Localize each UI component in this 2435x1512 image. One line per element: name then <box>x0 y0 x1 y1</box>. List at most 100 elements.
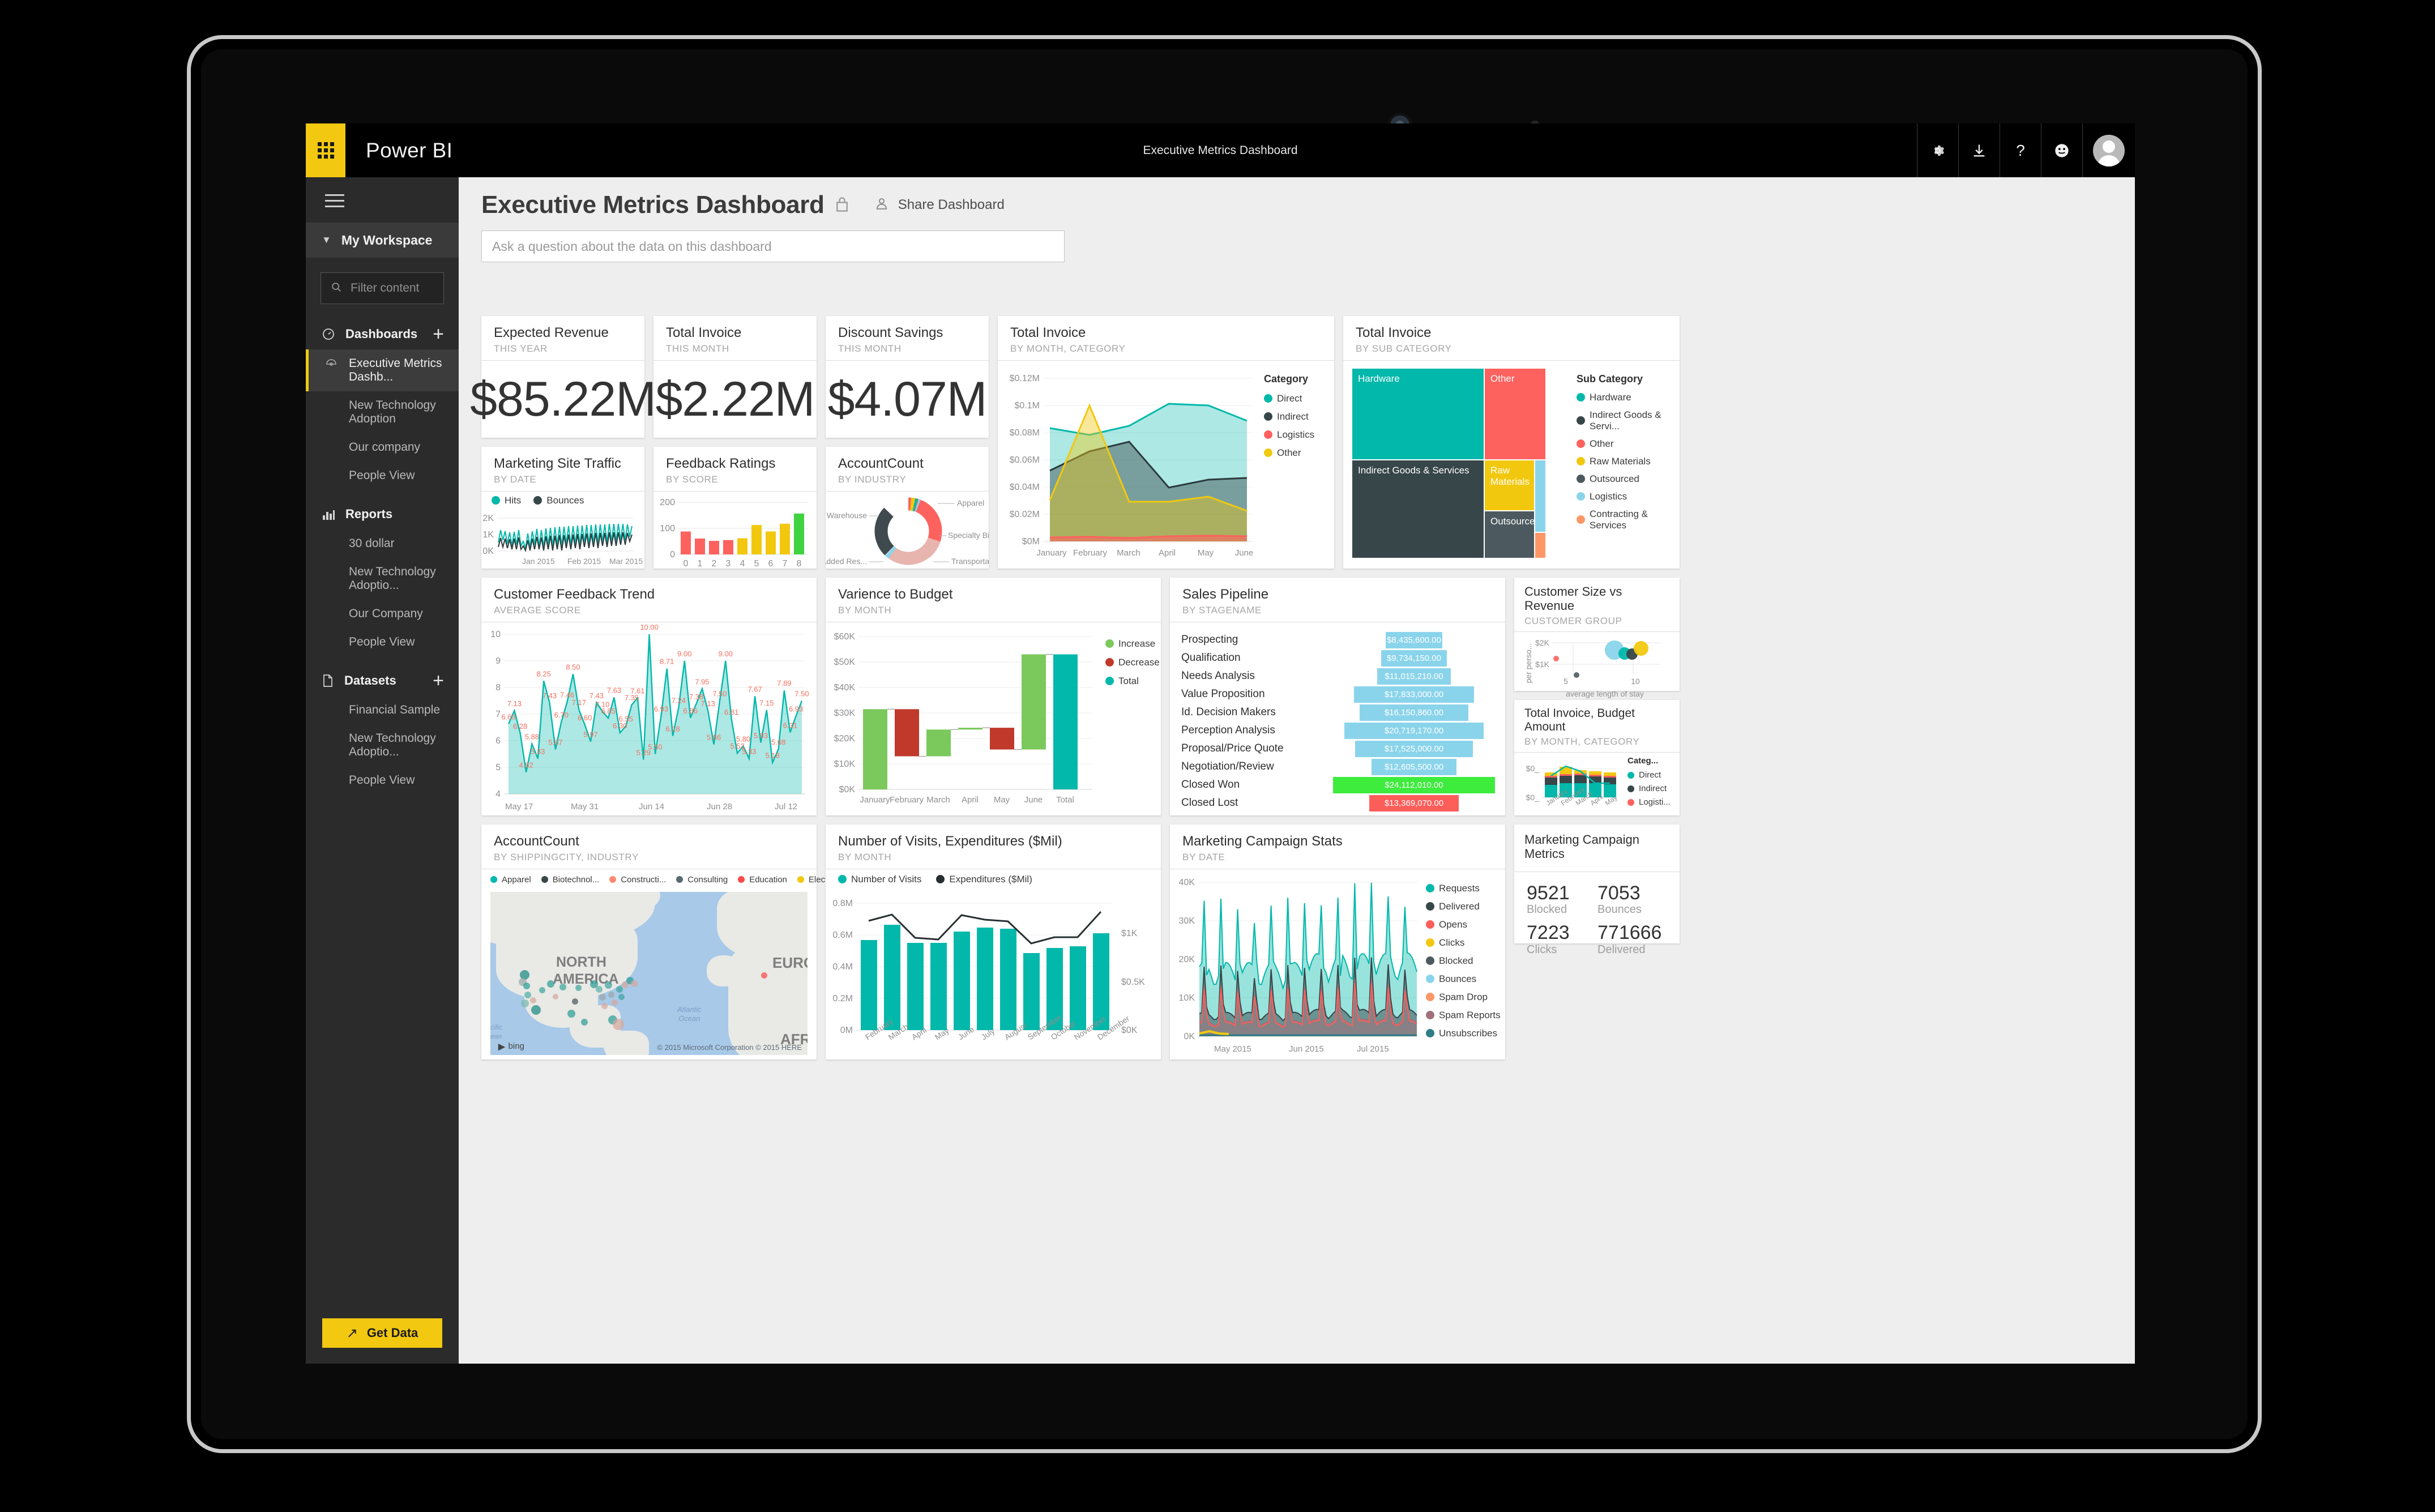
sidebar-item-our-company[interactable]: Our company <box>306 433 459 462</box>
hamburger-menu-icon[interactable] <box>306 177 459 223</box>
smiley-icon[interactable] <box>2041 123 2082 177</box>
treemap-cell-indirect[interactable]: Indirect Goods & Services <box>1352 460 1484 558</box>
sidebar-item-report-people-view[interactable]: People View <box>306 628 459 656</box>
funnel-bar[interactable]: $17,525,000.00 <box>1355 740 1473 757</box>
legend-item-bounces[interactable]: Bounces <box>1426 973 1501 985</box>
funnel-bar[interactable]: $9,734,150.00 <box>1381 650 1447 667</box>
legend-item-logistics[interactable]: Logistics <box>1264 429 1314 441</box>
legend-item-other[interactable]: Other <box>1264 447 1314 459</box>
help-icon[interactable]: ? <box>2000 123 2041 177</box>
legend-item-construction[interactable]: Constructi... <box>609 875 666 885</box>
treemap-cell-hardware[interactable]: Hardware <box>1352 368 1484 459</box>
sidebar-section-dashboards[interactable]: Dashboards + <box>306 310 459 349</box>
legend-item-delivered[interactable]: Delivered <box>1426 901 1501 912</box>
legend-item-apparel[interactable]: Apparel <box>490 875 531 885</box>
legend-item-indirect[interactable]: Indirect <box>1264 411 1314 422</box>
legend-item-unsubscribes[interactable]: Unsubscribes <box>1426 1028 1501 1039</box>
funnel-row[interactable]: Perception Analysis $20,719,170.00 <box>1181 722 1495 740</box>
tile-expected-revenue[interactable]: Expected Revenue THIS YEAR $85.22M <box>470 316 656 438</box>
funnel-bar[interactable]: $24,112,010.00 <box>1333 776 1495 793</box>
tile-accountcount-map[interactable]: AccountCount BY SHIPPINGCITY, INDUSTRY A… <box>481 825 850 1060</box>
sidebar-item-executive-metrics-dashboard[interactable]: Executive Metrics Dashb... <box>306 349 459 391</box>
tile-marketing-campaign-stats[interactable]: Marketing Campaign Stats BY DATE 40K 30K 2… <box>1170 825 1505 1060</box>
search-input[interactable]: Ask a question about the data on this da… <box>481 230 1065 262</box>
funnel-row[interactable]: Closed Lost $13,369,070.00 <box>1181 795 1495 812</box>
legend-item-requests[interactable]: Requests <box>1426 883 1501 894</box>
legend-item-opens[interactable]: Opens <box>1426 919 1501 930</box>
legend-item-consulting[interactable]: Consulting <box>676 875 728 885</box>
funnel-bar[interactable]: $20,719,170.00 <box>1344 722 1484 739</box>
tile-total-invoice-kpi[interactable]: Total Invoice THIS MONTH $2.22M <box>653 316 817 438</box>
legend-item-clicks[interactable]: Clicks <box>1426 937 1501 949</box>
gear-icon[interactable] <box>1917 123 1958 177</box>
treemap-cell-other[interactable]: Other <box>1485 368 1545 459</box>
funnel-row[interactable]: Needs Analysis $11,015,210.00 <box>1181 668 1495 685</box>
legend-item-direct[interactable]: Direct <box>1627 770 1671 780</box>
tile-customer-size-vs-revenue[interactable]: Customer Size vs Revenue CUSTOMER GROUP … <box>1514 578 1680 698</box>
get-data-button[interactable]: ↗ Get Data <box>322 1318 442 1348</box>
tile-total-invoice-budget-amount[interactable]: Total Invoice, Budget Amount BY MONTH, C… <box>1514 700 1680 815</box>
funnel-bar[interactable]: $16,150,860.00 <box>1360 704 1468 721</box>
tile-customer-feedback-trend[interactable]: Customer Feedback Trend AVERAGE SCORE 10… <box>481 578 817 815</box>
legend-item-other[interactable]: Other <box>1577 438 1680 450</box>
tile-marketing-campaign-metrics[interactable]: Marketing Campaign Metrics 9521 Blocked … <box>1514 825 1680 956</box>
legend-item-total[interactable]: Total <box>1105 676 1160 687</box>
sidebar-item-new-technology-adoption[interactable]: New Technology Adoption <box>306 391 459 433</box>
avatar[interactable] <box>2082 123 2135 177</box>
share-dashboard-label[interactable]: Share Dashboard <box>898 197 1005 213</box>
share-icon[interactable] <box>873 195 890 215</box>
tile-variance-to-budget[interactable]: Varience to Budget BY MONTH $60K $50K $40K… <box>826 578 1161 815</box>
workspace-selector[interactable]: ▼ My Workspace <box>306 223 459 258</box>
legend-item-spam-reports[interactable]: Spam Reports <box>1426 1010 1501 1021</box>
funnel-bar[interactable]: $13,369,070.00 <box>1369 795 1459 811</box>
waffle-menu-icon[interactable] <box>306 123 345 177</box>
sidebar-item-people-view[interactable]: People View <box>306 462 459 490</box>
tile-discount-savings[interactable]: Discount Savings THIS MONTH $4.07M <box>826 316 989 438</box>
legend-item-logistics[interactable]: Logisti... <box>1627 797 1671 807</box>
legend-item-education[interactable]: Education <box>738 875 787 885</box>
funnel-bar[interactable]: $11,015,210.00 <box>1377 668 1451 685</box>
legend-item-hits[interactable]: Hits <box>492 495 521 506</box>
sidebar-item-report-our-company[interactable]: Our Company <box>306 600 459 628</box>
sidebar-item-dataset-new-technology-adoption[interactable]: New Technology Adoptio... <box>306 724 459 766</box>
funnel-row[interactable]: Qualification $9,734,150.00 <box>1181 650 1495 667</box>
legend-item-direct[interactable]: Direct <box>1264 393 1314 404</box>
download-icon[interactable] <box>1958 123 2000 177</box>
legend-item-increase[interactable]: Increase <box>1105 638 1160 650</box>
funnel-bar[interactable]: $8,435,600.00 <box>1385 631 1443 648</box>
legend-item-expenditures[interactable]: Expenditures ($Mil) <box>936 874 1032 885</box>
sidebar-item-report-new-technology-adoption[interactable]: New Technology Adoptio... <box>306 558 459 600</box>
add-dashboard-icon[interactable]: + <box>433 324 444 344</box>
tile-sales-pipeline[interactable]: Sales Pipeline BY STAGENAME Prospecting $… <box>1170 578 1505 815</box>
treemap-cell-contracting[interactable] <box>1535 532 1545 558</box>
sidebar-item-dataset-people-view[interactable]: People View <box>306 766 459 795</box>
legend-item-number-of-visits[interactable]: Number of Visits <box>838 874 921 885</box>
funnel-bar[interactable]: $17,833,000.00 <box>1354 686 1474 703</box>
sidebar-section-datasets[interactable]: Datasets + <box>306 656 459 696</box>
treemap-cell-logistics[interactable] <box>1535 460 1545 532</box>
filter-input[interactable]: Filter content <box>321 272 444 304</box>
treemap-cell-raw-materials[interactable]: Raw Materials <box>1485 460 1534 510</box>
sidebar-item-30-dollar[interactable]: 30 dollar <box>306 529 459 558</box>
treemap-cell-outsourced[interactable]: Outsourced <box>1485 511 1534 558</box>
funnel-row[interactable]: Closed Won $24,112,010.00 <box>1181 776 1495 794</box>
tile-total-invoice-by-month[interactable]: Total Invoice BY MONTH, CATEGORY $0.12M $… <box>998 316 1334 569</box>
funnel-row[interactable]: Negotiation/Review $12,605,500.00 <box>1181 758 1495 776</box>
legend-item-raw-materials[interactable]: Raw Materials <box>1577 456 1680 467</box>
tile-visits-expenditures[interactable]: Number of Visits, Expenditures ($Mil) BY… <box>826 825 1161 1060</box>
legend-item-hardware[interactable]: Hardware <box>1577 392 1680 403</box>
map-canvas[interactable]: NORTH AMERICA EURO AFR Atlantic Ocean ci… <box>490 891 808 1055</box>
add-dataset-icon[interactable]: + <box>433 670 444 690</box>
legend-item-contracting[interactable]: Contracting & Services <box>1577 509 1680 531</box>
funnel-row[interactable]: Proposal/Price Quote $17,525,000.00 <box>1181 740 1495 758</box>
tile-feedback-ratings[interactable]: Feedback Ratings BY SCORE 200 100 0 0 1 … <box>653 447 817 569</box>
legend-item-indirect[interactable]: Indirect <box>1627 784 1671 793</box>
funnel-row[interactable]: Prospecting $8,435,600.00 <box>1181 631 1495 649</box>
funnel-row[interactable]: Value Proposition $17,833,000.00 <box>1181 686 1495 703</box>
legend-item-biotechnology[interactable]: Biotechnol... <box>541 875 599 885</box>
legend-item-outsourced[interactable]: Outsourced <box>1577 473 1680 485</box>
legend-item-spam-drop[interactable]: Spam Drop <box>1426 992 1501 1003</box>
legend-item-indirect-goods[interactable]: Indirect Goods & Servi... <box>1577 409 1680 432</box>
sidebar-item-financial-sample[interactable]: Financial Sample <box>306 696 459 724</box>
legend-item-logistics[interactable]: Logistics <box>1577 491 1680 502</box>
